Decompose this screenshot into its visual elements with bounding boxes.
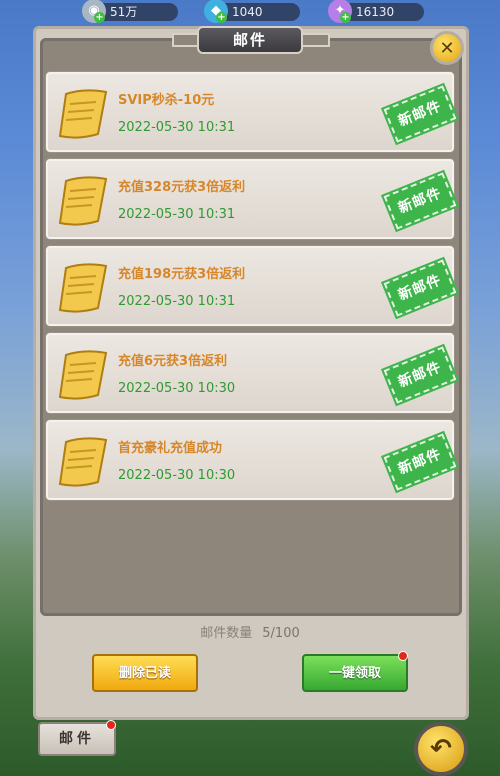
notification-dot bbox=[398, 651, 408, 661]
currency-silver-value: 51万 bbox=[110, 5, 138, 19]
back-arrow-icon: ↶ bbox=[430, 734, 452, 764]
new-mail-badge: 新邮件 bbox=[381, 256, 459, 320]
scroll-icon bbox=[58, 350, 108, 400]
mail-time: 2022-05-30 10:31 bbox=[118, 294, 236, 309]
notification-dot bbox=[106, 720, 116, 730]
mail-title: SVIP秒杀-10元 bbox=[118, 93, 215, 108]
claim-all-button[interactable]: 一键领取 bbox=[302, 654, 408, 692]
scroll-icon bbox=[58, 437, 108, 487]
mail-item[interactable]: SVIP秒杀-10元 2022-05-30 10:31 新邮件 bbox=[46, 72, 459, 152]
scroll-icon bbox=[58, 263, 108, 313]
currency-diamond[interactable]: ◆ + 1040 bbox=[204, 0, 300, 23]
mail-tab-button[interactable]: 邮件 bbox=[38, 722, 116, 756]
new-mail-badge: 新邮件 bbox=[381, 343, 459, 407]
mail-time: 2022-05-30 10:30 bbox=[118, 381, 236, 396]
mail-count-value: 5/100 bbox=[262, 626, 300, 641]
scroll-icon bbox=[58, 89, 108, 139]
mail-item[interactable]: 充值328元获3倍返利 2022-05-30 10:31 新邮件 bbox=[46, 159, 459, 239]
back-button[interactable]: ↶ bbox=[414, 722, 468, 776]
close-button[interactable]: ✕ bbox=[430, 31, 464, 65]
new-mail-badge: 新邮件 bbox=[381, 430, 459, 494]
mail-time: 2022-05-30 10:30 bbox=[118, 468, 236, 483]
scroll-icon bbox=[58, 176, 108, 226]
mail-title: 充值6元获3倍返利 bbox=[118, 354, 228, 369]
add-icon[interactable]: + bbox=[216, 12, 227, 23]
mail-tab-label: 邮件 bbox=[59, 731, 95, 747]
mail-time: 2022-05-30 10:31 bbox=[118, 120, 236, 135]
mail-item[interactable]: 充值198元获3倍返利 2022-05-30 10:31 新邮件 bbox=[46, 246, 459, 326]
new-mail-badge: 新邮件 bbox=[381, 82, 459, 146]
currency-gem[interactable]: ✦ + 16130 bbox=[328, 0, 424, 23]
currency-silver[interactable]: ◉ + 51万 bbox=[82, 0, 178, 23]
close-icon: ✕ bbox=[439, 37, 455, 59]
panel-title: 邮件 bbox=[197, 26, 303, 54]
currency-diamond-value: 1040 bbox=[232, 5, 263, 19]
new-mail-badge: 新邮件 bbox=[381, 169, 459, 233]
mail-time: 2022-05-30 10:31 bbox=[118, 207, 236, 222]
delete-read-button[interactable]: 删除已读 bbox=[92, 654, 198, 692]
title-ornament-right bbox=[300, 33, 330, 47]
currency-gem-value: 16130 bbox=[356, 5, 395, 19]
add-icon[interactable]: + bbox=[340, 12, 351, 23]
mail-title: 充值328元获3倍返利 bbox=[118, 180, 246, 195]
mail-item[interactable]: 首充豪礼充值成功 2022-05-30 10:30 新邮件 bbox=[46, 420, 459, 500]
mail-title: 充值198元获3倍返利 bbox=[118, 267, 246, 282]
mail-title: 首充豪礼充值成功 bbox=[118, 441, 223, 456]
mail-item[interactable]: 充值6元获3倍返利 2022-05-30 10:30 新邮件 bbox=[46, 333, 459, 413]
add-icon[interactable]: + bbox=[94, 12, 105, 23]
currency-bar: ◉ + 51万 ◆ + 1040 ✦ + 16130 bbox=[0, 0, 500, 26]
claim-all-label: 一键领取 bbox=[328, 666, 381, 681]
mail-count: 邮件数量 5/100 bbox=[0, 622, 500, 641]
mail-count-label: 邮件数量 bbox=[200, 626, 253, 641]
